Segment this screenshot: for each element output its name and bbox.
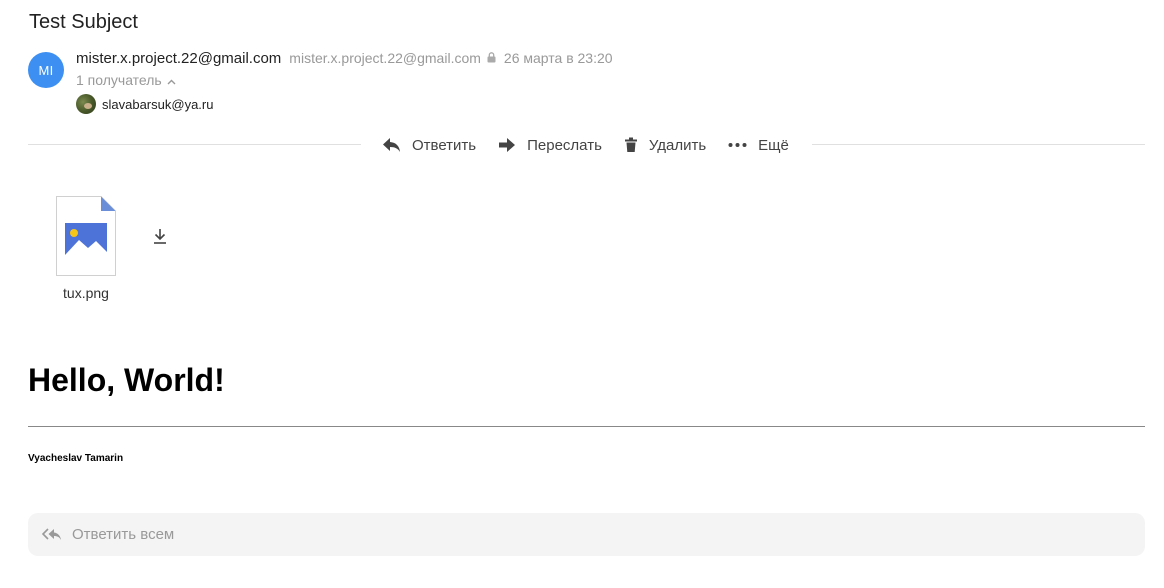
- download-icon[interactable]: [150, 226, 170, 246]
- sender-line: mister.x.project.22@gmail.com mister.x.p…: [76, 50, 613, 68]
- toolbar-divider-left: [28, 144, 361, 145]
- attachment-card[interactable]: [56, 196, 116, 276]
- message-toolbar: Ответить Переслать Удалить Ещё: [382, 133, 789, 157]
- reply-all-button[interactable]: Ответить всем: [28, 513, 1145, 556]
- attachment-name[interactable]: tux.png: [56, 285, 116, 301]
- sender-email[interactable]: mister.x.project.22@gmail.com: [289, 50, 481, 66]
- toolbar-divider-right: [812, 144, 1145, 145]
- chevron-up-icon: [167, 72, 176, 88]
- body-divider: [28, 426, 1145, 427]
- sender-avatar[interactable]: MI: [28, 52, 64, 88]
- reply-all-icon: [42, 527, 61, 540]
- message-subject: Test Subject: [29, 11, 138, 33]
- recipients-toggle[interactable]: 1 получатель: [76, 72, 176, 88]
- recipient-email: slavabarsuk@ya.ru: [102, 96, 214, 112]
- recipient-item[interactable]: slavabarsuk@ya.ru: [76, 94, 213, 114]
- signature: Vyacheslav Tamarin: [28, 453, 124, 464]
- recipient-avatar: [76, 94, 96, 114]
- more-label: Ещё: [758, 136, 789, 154]
- reply-all-label: Ответить всем: [72, 526, 175, 543]
- sender-name[interactable]: mister.x.project.22@gmail.com: [76, 50, 281, 67]
- reply-label: Ответить: [412, 136, 477, 154]
- forward-button[interactable]: Переслать: [498, 137, 602, 154]
- message-body-heading: Hello, World!: [28, 362, 225, 398]
- delete-label: Удалить: [648, 136, 707, 154]
- image-file-icon: [56, 196, 116, 276]
- more-button[interactable]: Ещё: [728, 137, 789, 154]
- trash-icon: [624, 137, 637, 152]
- reply-button[interactable]: Ответить: [382, 137, 476, 154]
- forward-label: Переслать: [527, 136, 602, 154]
- lock-icon: [487, 50, 496, 68]
- message-date: 26 марта в 23:20: [503, 50, 613, 66]
- forward-arrow-icon: [499, 138, 516, 152]
- more-dots-icon: [728, 143, 747, 147]
- reply-icon: [383, 138, 400, 152]
- recipients-count: 1 получатель: [76, 72, 162, 88]
- delete-button[interactable]: Удалить: [624, 137, 706, 154]
